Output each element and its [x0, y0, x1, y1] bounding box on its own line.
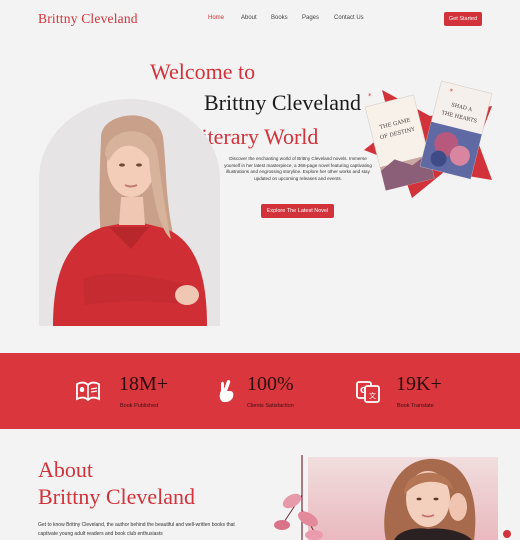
get-started-button[interactable]: Get Started [444, 12, 482, 26]
about-title-line1: About [38, 457, 93, 482]
translate-icon: G 文 [356, 381, 380, 403]
hero-title-line1: Welcome to [150, 59, 256, 84]
svg-text:文: 文 [369, 391, 376, 400]
nav-item-books[interactable]: Books [271, 15, 288, 21]
crossed-fingers-icon [219, 379, 234, 402]
author-portrait [39, 99, 220, 326]
svg-text:G: G [360, 386, 367, 395]
stat-books-published-label: Book Published [120, 403, 159, 409]
about-portrait-image [274, 455, 498, 540]
hero-description: Discover the enchanting world of Brittny… [224, 156, 372, 181]
nav-item-contact[interactable]: Contact Us [334, 15, 364, 21]
stat-book-translate-value: 19K+ [396, 373, 442, 395]
nav-item-about[interactable]: About [241, 15, 257, 21]
svg-text:*: * [368, 92, 372, 100]
about-title-line2: Brittny Cleveland [38, 484, 196, 509]
brand-logo[interactable]: Brittny Cleveland [38, 11, 138, 27]
stat-client-satisfaction-value: 100% [247, 373, 294, 395]
stat-client-satisfaction-label: Clients Satisfaction [247, 403, 294, 409]
book-the-game-of-destiny: THE GAME OF DESTINY [364, 94, 435, 191]
top-navigation: Brittny Cleveland Home About Books Pages… [0, 0, 520, 38]
nav-item-home[interactable]: Home [208, 15, 224, 21]
featured-books-image: THE GAME OF DESTINY * SHAD A THE HEARTS … [364, 80, 493, 198]
stat-book-translate-label: Book Translate [397, 403, 434, 409]
about-description: Get to know Brittny Cleveland, the autho… [38, 522, 235, 537]
hero-title-line2: Brittny Cleveland [204, 90, 362, 115]
scroll-indicator-dot[interactable] [503, 530, 511, 538]
stat-books-published-value: 18M+ [119, 373, 169, 395]
explore-latest-novel-button[interactable]: Explore The Latest Novel [261, 204, 334, 218]
nav-item-pages[interactable]: Pages [302, 15, 319, 21]
open-book-icon [76, 381, 100, 402]
